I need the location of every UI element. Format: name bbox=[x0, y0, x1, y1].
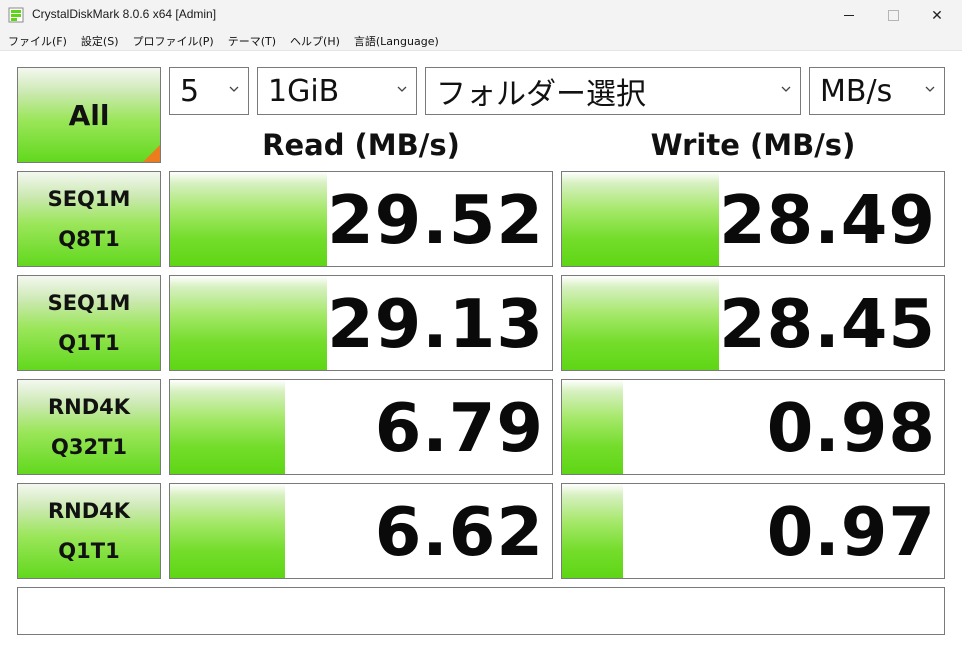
test-label-line1: RND4K bbox=[47, 395, 131, 419]
maximize-icon bbox=[887, 10, 899, 21]
read-result-seq1m-q1t1: 29.13 bbox=[169, 275, 553, 371]
write-value: 28.45 bbox=[719, 285, 936, 363]
write-result-seq1m-q1t1: 28.45 bbox=[561, 275, 945, 371]
menu-file[interactable]: ファイル(F) bbox=[0, 33, 73, 49]
test-count-value: 5 bbox=[180, 73, 200, 109]
maximize-button[interactable] bbox=[870, 0, 916, 31]
test-size-value: 1GiB bbox=[268, 73, 340, 109]
corner-marker-icon bbox=[143, 145, 160, 162]
write-level-bar bbox=[562, 172, 719, 266]
close-button[interactable]: ✕ bbox=[914, 0, 960, 31]
window-title: CrystalDiskMark 8.0.6 x64 [Admin] bbox=[32, 7, 217, 21]
write-level-bar bbox=[562, 484, 624, 578]
target-folder-select[interactable]: フォルダー選択 bbox=[425, 67, 801, 115]
test-label-line1: SEQ1M bbox=[47, 187, 131, 211]
write-result-rnd4k-q1t1: 0.97 bbox=[561, 483, 945, 579]
close-icon: ✕ bbox=[931, 7, 943, 24]
read-header: Read (MB/s) bbox=[262, 128, 460, 162]
read-result-rnd4k-q32t1: 6.79 bbox=[169, 379, 553, 475]
chevron-down-icon bbox=[925, 86, 935, 92]
unit-value: MB/s bbox=[820, 73, 893, 109]
read-result-rnd4k-q1t1: 6.62 bbox=[169, 483, 553, 579]
test-label-line1: SEQ1M bbox=[47, 291, 131, 315]
comment-field[interactable] bbox=[17, 587, 945, 635]
write-value: 0.98 bbox=[766, 389, 936, 467]
menu-settings[interactable]: 設定(S) bbox=[73, 33, 125, 49]
all-button-label: All bbox=[68, 98, 110, 132]
read-value: 29.52 bbox=[327, 181, 544, 259]
menu-theme[interactable]: テーマ(T) bbox=[220, 33, 282, 49]
test-label-line2: Q1T1 bbox=[58, 539, 120, 563]
test-size-select[interactable]: 1GiB bbox=[257, 67, 417, 115]
test-button-seq1m-q8t1[interactable]: SEQ1M Q8T1 bbox=[17, 171, 161, 267]
menu-profile[interactable]: プロファイル(P) bbox=[125, 33, 220, 49]
read-value: 6.62 bbox=[374, 493, 544, 571]
menu-help[interactable]: ヘルプ(H) bbox=[282, 33, 346, 49]
unit-select[interactable]: MB/s bbox=[809, 67, 945, 115]
test-label-line2: Q32T1 bbox=[50, 435, 127, 459]
test-button-seq1m-q1t1[interactable]: SEQ1M Q1T1 bbox=[17, 275, 161, 371]
write-level-bar bbox=[562, 276, 719, 370]
crystaldiskmark-app-icon bbox=[8, 7, 24, 23]
read-level-bar bbox=[170, 276, 327, 370]
write-header: Write (MB/s) bbox=[650, 128, 856, 162]
write-value: 28.49 bbox=[719, 181, 936, 259]
read-value: 6.79 bbox=[374, 389, 544, 467]
chevron-down-icon bbox=[781, 86, 791, 92]
target-folder-value: フォルダー選択 bbox=[436, 77, 646, 112]
minimize-button[interactable] bbox=[826, 0, 872, 31]
minimize-icon bbox=[844, 15, 854, 16]
write-result-rnd4k-q32t1: 0.98 bbox=[561, 379, 945, 475]
test-label-line2: Q1T1 bbox=[58, 331, 120, 355]
menu-language[interactable]: 言語(Language) bbox=[346, 33, 445, 49]
write-level-bar bbox=[562, 380, 624, 474]
write-value: 0.97 bbox=[766, 493, 936, 571]
write-result-seq1m-q8t1: 28.49 bbox=[561, 171, 945, 267]
test-button-rnd4k-q1t1[interactable]: RND4K Q1T1 bbox=[17, 483, 161, 579]
test-button-rnd4k-q32t1[interactable]: RND4K Q32T1 bbox=[17, 379, 161, 475]
read-value: 29.13 bbox=[327, 285, 544, 363]
read-result-seq1m-q8t1: 29.52 bbox=[169, 171, 553, 267]
read-level-bar bbox=[170, 172, 327, 266]
title-bar: CrystalDiskMark 8.0.6 x64 [Admin] ✕ bbox=[0, 0, 962, 31]
menu-bar: ファイル(F) 設定(S) プロファイル(P) テーマ(T) ヘルプ(H) 言語… bbox=[0, 31, 962, 51]
test-count-select[interactable]: 5 bbox=[169, 67, 249, 115]
test-label-line2: Q8T1 bbox=[58, 227, 120, 251]
read-level-bar bbox=[170, 380, 285, 474]
test-label-line1: RND4K bbox=[47, 499, 131, 523]
chevron-down-icon bbox=[397, 86, 407, 92]
read-level-bar bbox=[170, 484, 285, 578]
all-tests-button[interactable]: All bbox=[17, 67, 161, 163]
chevron-down-icon bbox=[229, 86, 239, 92]
